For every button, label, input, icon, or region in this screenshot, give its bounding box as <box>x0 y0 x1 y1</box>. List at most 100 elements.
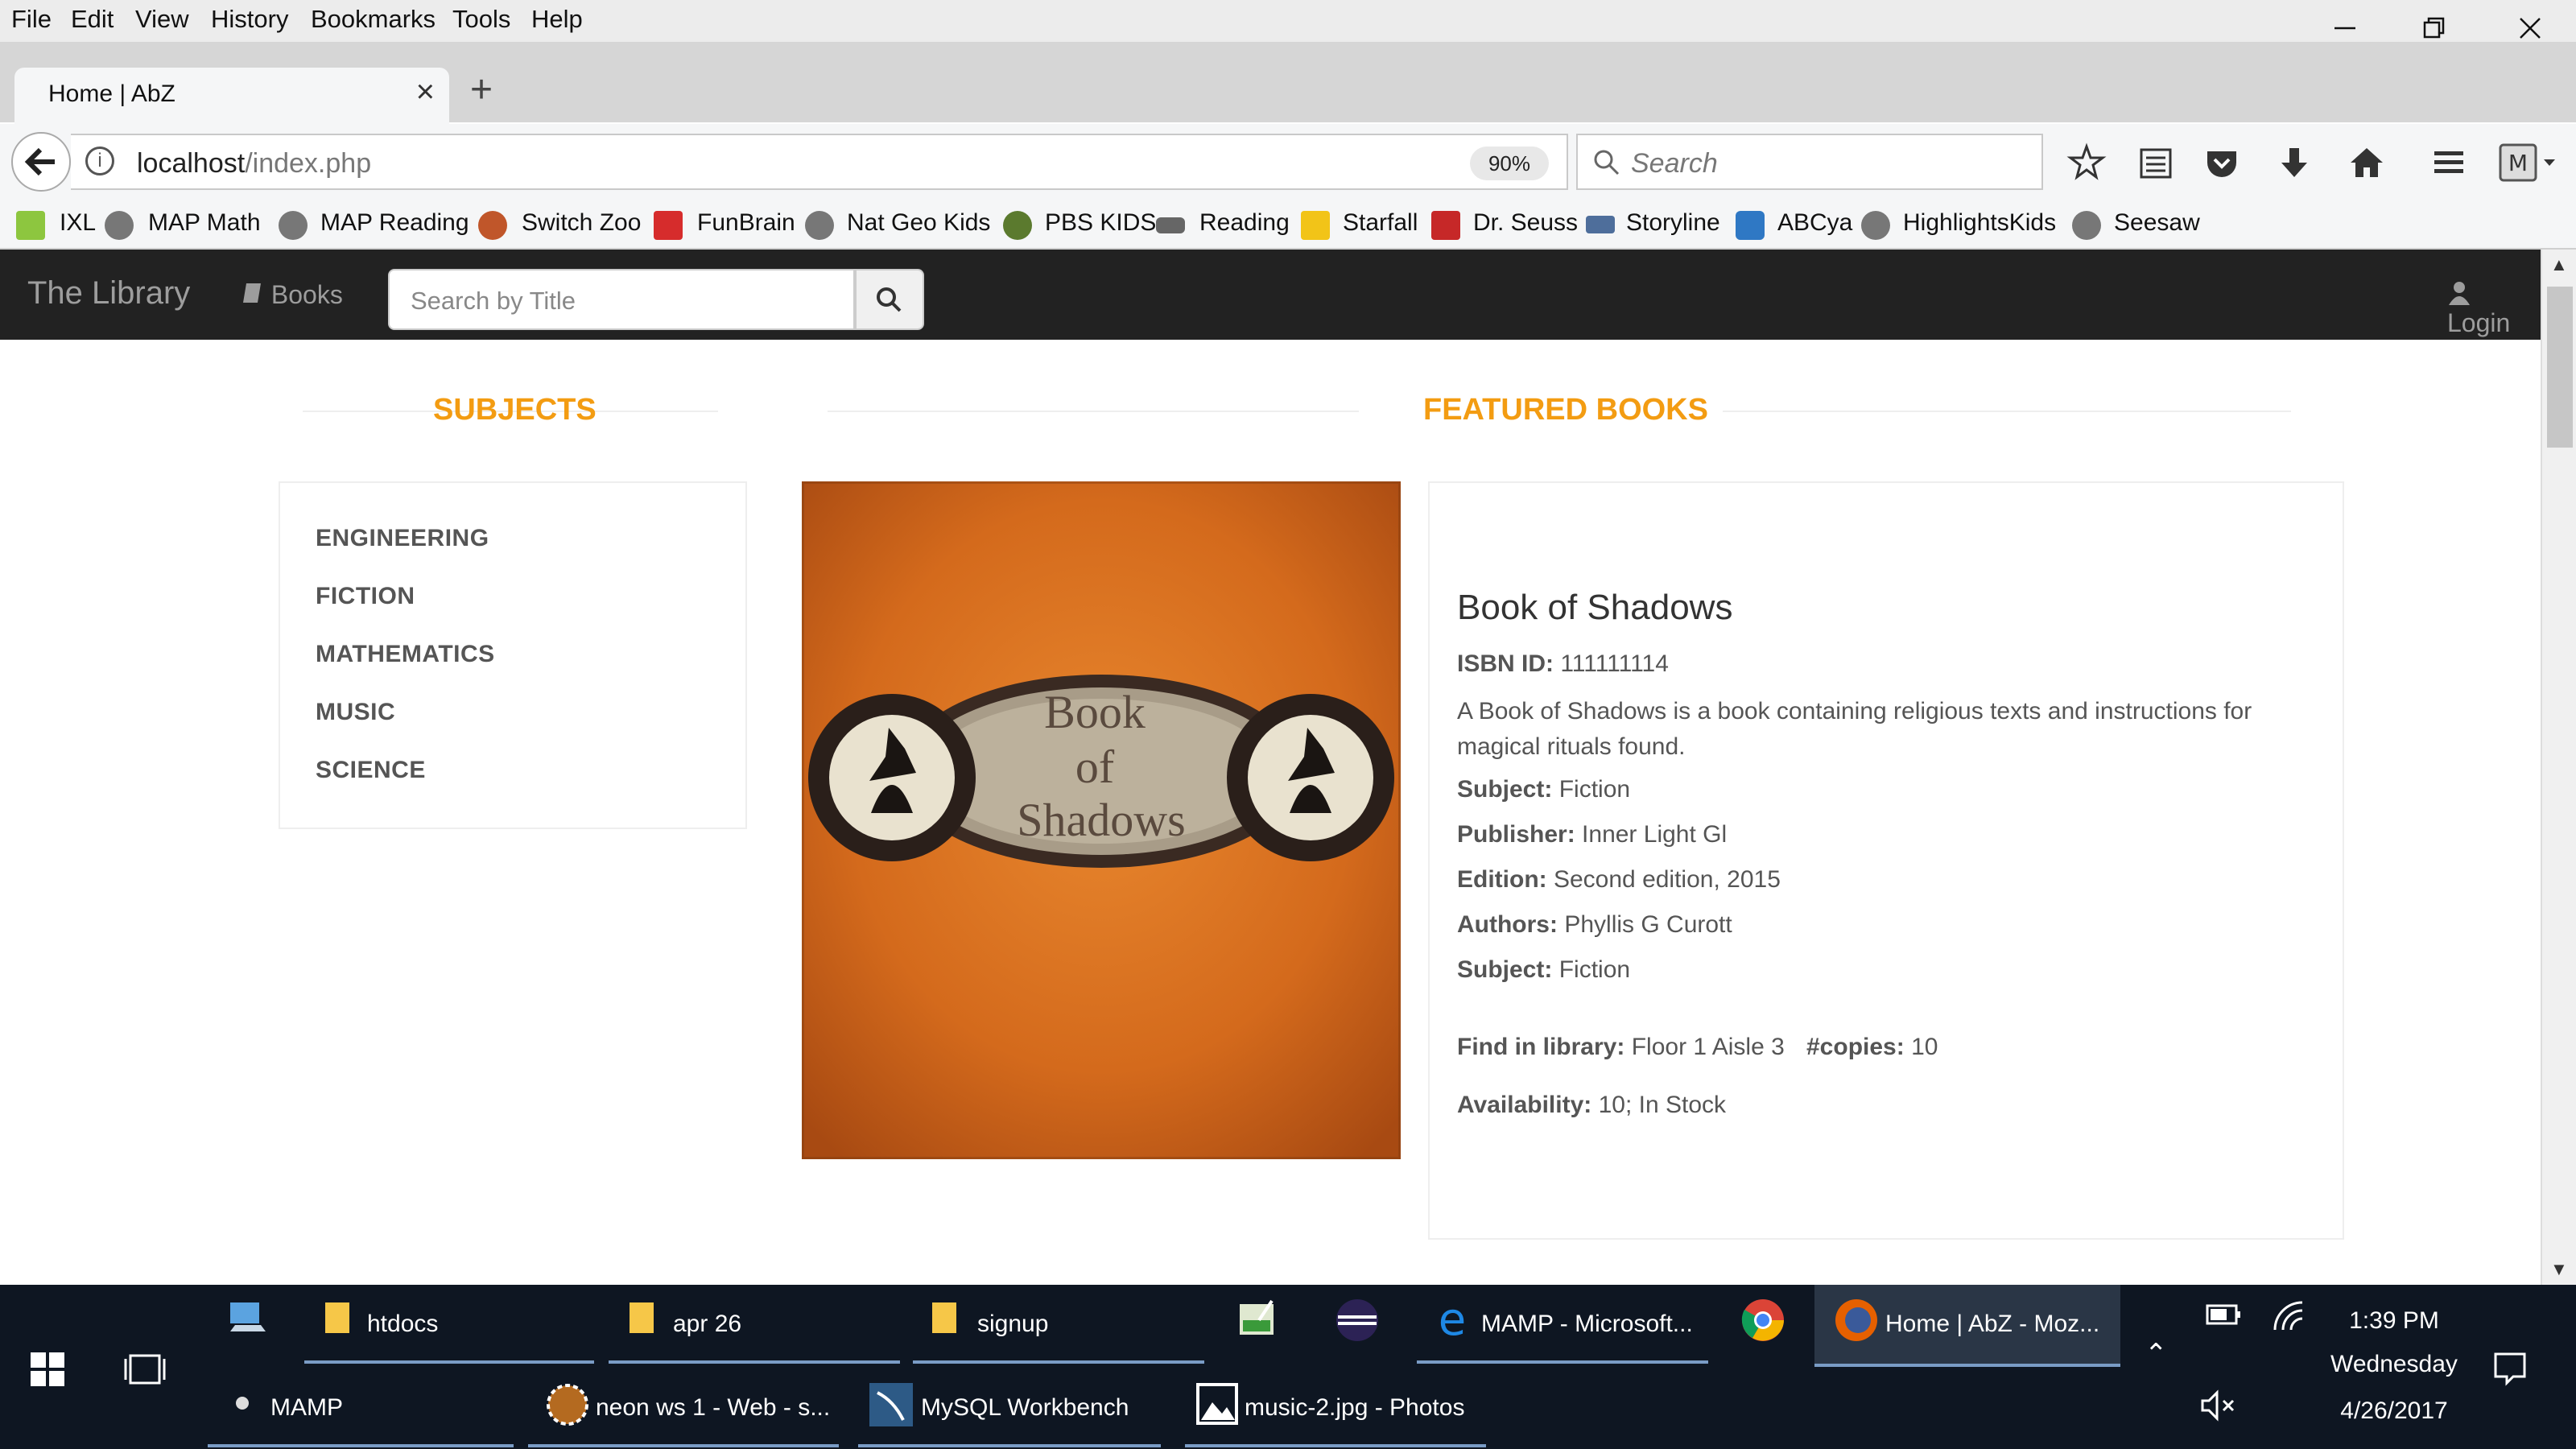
login-link[interactable]: Login <box>2447 279 2541 338</box>
site-brand[interactable]: The Library <box>27 275 190 312</box>
zoom-indicator[interactable]: 90% <box>1470 147 1549 180</box>
title-search-button[interactable] <box>855 269 924 330</box>
bookmark-star-icon[interactable] <box>2066 142 2107 184</box>
bookmark-starfall[interactable]: Starfall <box>1343 209 1418 237</box>
svg-text:e: e <box>1439 1296 1466 1341</box>
book-cover-image[interactable]: Book of Shadows <box>802 481 1401 1159</box>
photos-icon <box>1196 1383 1238 1425</box>
site-navbar: The Library Books Search by Title Login <box>0 250 2541 340</box>
show-hidden-icons[interactable]: ⌃ <box>2145 1338 2168 1370</box>
subject-science[interactable]: SCIENCE <box>316 757 426 784</box>
reading-list-icon[interactable] <box>2135 142 2177 184</box>
bookmark-seesaw[interactable]: Seesaw <box>2114 209 2200 237</box>
scroll-up-icon[interactable]: ▲ <box>2550 254 2568 275</box>
task-underline <box>304 1360 594 1364</box>
bookmark-ixl[interactable]: IXL <box>60 209 96 237</box>
home-icon[interactable] <box>2346 142 2388 184</box>
back-button[interactable] <box>11 132 71 192</box>
browser-search-box[interactable]: Search <box>1576 134 2043 190</box>
title-search-input[interactable]: Search by Title <box>388 269 855 330</box>
bookmark-abcya[interactable]: ABCya <box>1777 209 1852 237</box>
menu-edit[interactable]: Edit <box>71 5 114 34</box>
taskbar-htdocs[interactable]: htdocs <box>367 1311 438 1338</box>
bookmark-storyline[interactable]: Storyline <box>1626 209 1720 237</box>
subject-fiction[interactable]: FICTION <box>316 583 415 610</box>
globe-icon <box>805 211 834 240</box>
book-copies: #copies: 10 <box>1806 1034 1938 1060</box>
taskbar-signup[interactable]: signup <box>977 1311 1048 1338</box>
nav-books-link[interactable]: Books <box>242 280 343 310</box>
bookmark-dr-seuss[interactable]: Dr. Seuss <box>1473 209 1578 237</box>
pocket-icon[interactable] <box>2201 142 2243 184</box>
menu-tools[interactable]: Tools <box>452 5 510 34</box>
subject-engineering[interactable]: ENGINEERING <box>316 525 489 552</box>
tab-home[interactable]: Home | AbZ × <box>14 68 449 124</box>
chrome-icon[interactable] <box>1739 1296 1787 1344</box>
title-search-placeholder: Search by Title <box>411 287 576 315</box>
scroll-thumb[interactable] <box>2547 287 2573 448</box>
bookmark-funbrain[interactable]: FunBrain <box>697 209 795 237</box>
clock-date[interactable]: 4/26/2017 <box>2315 1397 2473 1425</box>
task-view-icon[interactable] <box>122 1351 167 1388</box>
scroll-down-icon[interactable]: ▼ <box>2550 1259 2568 1280</box>
storyline-icon <box>1586 216 1615 233</box>
taskbar-mamp-edge[interactable]: MAMP - Microsoft... <box>1481 1311 1693 1338</box>
menu-file[interactable]: File <box>11 5 52 34</box>
subject-mathematics[interactable]: MATHEMATICS <box>316 641 495 668</box>
folder-icon <box>932 1302 956 1333</box>
bookmark-reading[interactable]: Reading <box>1199 209 1290 237</box>
bookmarks-toolbar: IXL MAP Math MAP Reading Switch Zoo FunB… <box>0 200 2576 250</box>
taskbar-firefox[interactable]: Home | AbZ - Moz... <box>1885 1311 2099 1338</box>
neon-gear-icon <box>547 1384 588 1426</box>
wifi-icon[interactable] <box>2272 1299 2306 1333</box>
folder-icon <box>630 1302 654 1333</box>
menu-bookmarks[interactable]: Bookmarks <box>311 5 436 34</box>
eclipse-icon[interactable] <box>1333 1296 1381 1344</box>
search-icon <box>877 287 902 312</box>
subjects-list: ENGINEERING FICTION MATHEMATICS MUSIC SC… <box>279 481 747 829</box>
hamburger-menu-icon[interactable] <box>2428 142 2470 184</box>
taskbar-mysql[interactable]: MySQL Workbench <box>921 1394 1129 1422</box>
taskbar-mamp[interactable]: MAMP <box>270 1394 343 1422</box>
globe-icon <box>1861 211 1890 240</box>
switch-zoo-icon <box>478 211 507 240</box>
firefox-icon <box>1835 1299 1877 1341</box>
clock-day[interactable]: Wednesday <box>2315 1351 2473 1378</box>
funbrain-icon <box>654 211 683 240</box>
taskbar-apr-26[interactable]: apr 26 <box>673 1311 741 1338</box>
bookmark-map-reading[interactable]: MAP Reading <box>320 209 469 237</box>
bookmark-map-math[interactable]: MAP Math <box>148 209 261 237</box>
image-editor-icon[interactable] <box>1235 1296 1280 1341</box>
task-underline <box>913 1360 1204 1364</box>
action-center-icon[interactable] <box>2492 1351 2528 1386</box>
browser-search-placeholder: Search <box>1631 148 1718 179</box>
bookmark-switch-zoo[interactable]: Switch Zoo <box>522 209 641 237</box>
book-icon <box>243 283 261 303</box>
bookmark-nat-geo-kids[interactable]: Nat Geo Kids <box>847 209 990 237</box>
menu-history[interactable]: History <box>211 5 288 34</box>
menu-help[interactable]: Help <box>531 5 583 34</box>
new-tab-icon[interactable]: + <box>470 68 493 112</box>
tab-close-icon[interactable]: × <box>416 74 435 110</box>
menu-view[interactable]: View <box>135 5 189 34</box>
page-scrollbar[interactable]: ▲ ▼ <box>2541 250 2576 1285</box>
computer-icon[interactable] <box>225 1296 270 1341</box>
muted-speaker-icon[interactable] <box>2199 1389 2238 1422</box>
subject-music[interactable]: MUSIC <box>316 699 395 726</box>
taskbar-neon[interactable]: neon ws 1 - Web - s... <box>596 1394 830 1422</box>
book-edition: Edition: Second edition, 2015 <box>1457 866 1781 893</box>
bookmark-highlightskids[interactable]: HighlightsKids <box>1903 209 2056 237</box>
extension-icon[interactable]: M <box>2497 142 2562 184</box>
clock-time[interactable]: 1:39 PM <box>2338 1307 2450 1335</box>
dr-seuss-icon <box>1431 211 1460 240</box>
tab-title: Home | AbZ <box>48 80 175 107</box>
search-icon <box>1594 150 1620 175</box>
url-bar[interactable]: i localhost/index.php 90% ↻ <box>71 134 1604 190</box>
download-icon[interactable] <box>2273 142 2315 184</box>
taskbar-photos[interactable]: music-2.jpg - Photos <box>1245 1394 1464 1422</box>
bookmark-pbs-kids[interactable]: PBS KIDS <box>1045 209 1156 237</box>
site-info-icon[interactable]: i <box>85 147 114 175</box>
battery-icon[interactable] <box>2206 1302 2243 1327</box>
windows-start-icon[interactable] <box>29 1351 66 1388</box>
book-publisher: Publisher: Inner Light Gl <box>1457 821 1728 848</box>
